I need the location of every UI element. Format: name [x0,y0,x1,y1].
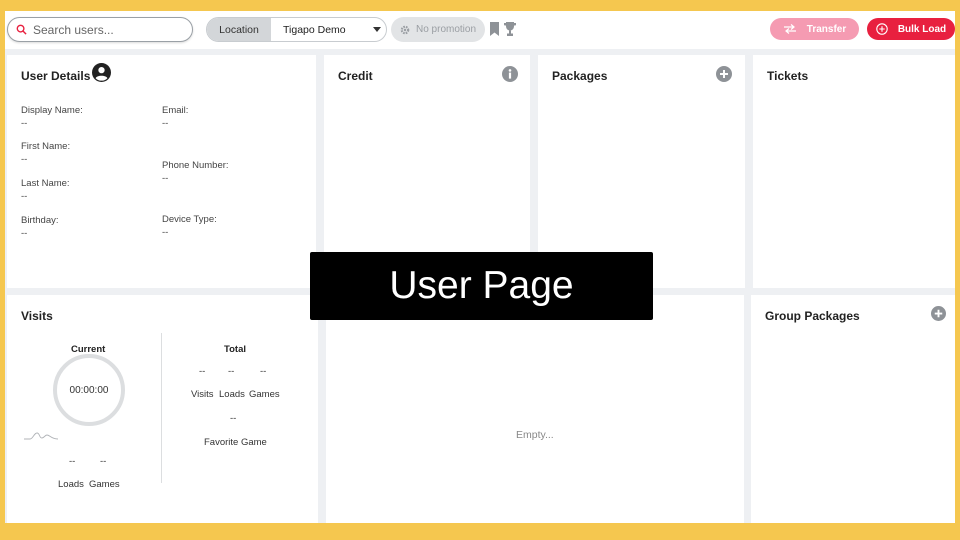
bulk-load-label: Bulk Load [897,23,947,35]
total-loads-label: Loads [219,389,245,400]
total-games-value: -- [260,366,267,377]
packages-title: Packages [552,69,608,83]
visits-panel: Visits Current 00:00:00 -- -- Loads Game… [7,295,318,523]
current-games-value: -- [100,456,107,467]
total-games-label: Games [249,389,280,400]
credit-title: Credit [338,69,373,83]
bookmark-icon[interactable] [490,22,499,36]
location-select[interactable]: Location Tigapo Demo [206,17,387,42]
transfer-button[interactable]: Transfer [770,18,859,40]
promotion-label: No promotion [415,24,477,35]
visits-title: Visits [21,309,53,323]
transfer-label: Transfer [806,23,847,35]
timer-value: 00:00:00 [69,384,109,396]
bulk-load-button[interactable]: Bulk Load [867,18,955,40]
history-panel: Empty... [326,295,744,523]
last-name-label: Last Name: [21,178,70,189]
favorite-game-label: Favorite Game [204,437,267,448]
frame-bottom [0,523,960,540]
top-bar: Location Tigapo Demo No promotion [5,11,955,49]
search-icon [16,24,27,35]
user-details-title: User Details [21,69,91,83]
empty-placeholder: Empty... [516,429,554,441]
birthday-label: Birthday: [21,215,59,226]
current-loads-label: Loads [58,479,84,490]
trophy-icon[interactable] [504,22,516,36]
email-label: Email: [162,105,189,116]
email-value: -- [162,118,169,129]
user-avatar-icon[interactable] [92,63,111,82]
last-name-value: -- [21,191,28,202]
add-package-icon[interactable] [716,66,732,82]
display-name-value: -- [21,118,28,129]
birthday-value: -- [21,228,28,239]
visit-timer: 00:00:00 [53,354,125,426]
group-packages-panel: Group Packages [751,295,955,523]
total-visits-value: -- [199,366,206,377]
page-caption-text: User Page [389,264,574,307]
search-input[interactable] [33,22,183,37]
transfer-icon [783,24,796,34]
user-details-panel: User Details Display Name: -- Email: -- … [7,55,316,288]
gear-icon [400,25,410,34]
sparkline-icon [24,432,58,440]
first-name-value: -- [21,154,28,165]
add-circle-icon [876,23,888,35]
favorite-game-value: -- [230,413,237,424]
location-label: Location [207,18,271,41]
tickets-panel: Tickets [753,55,955,288]
location-value[interactable]: Tigapo Demo [271,24,368,36]
search-box[interactable] [7,17,193,42]
promotion-select[interactable]: No promotion [391,17,485,42]
tickets-title: Tickets [767,69,809,83]
device-type-label: Device Type: [162,214,217,225]
chevron-down-icon[interactable] [368,27,386,32]
total-label: Total [224,344,246,355]
total-visits-label: Visits [191,389,214,400]
phone-number-label: Phone Number: [162,160,229,171]
current-games-label: Games [89,479,120,490]
phone-number-value: -- [162,173,169,184]
device-type-value: -- [162,227,169,238]
current-loads-value: -- [69,456,76,467]
total-loads-value: -- [228,366,235,377]
info-icon[interactable] [502,66,518,82]
visits-divider [161,333,162,483]
add-group-package-icon[interactable] [931,306,946,321]
page-caption-overlay: User Page [310,252,653,320]
display-name-label: Display Name: [21,105,83,116]
first-name-label: First Name: [21,141,71,152]
group-packages-title: Group Packages [765,309,860,323]
